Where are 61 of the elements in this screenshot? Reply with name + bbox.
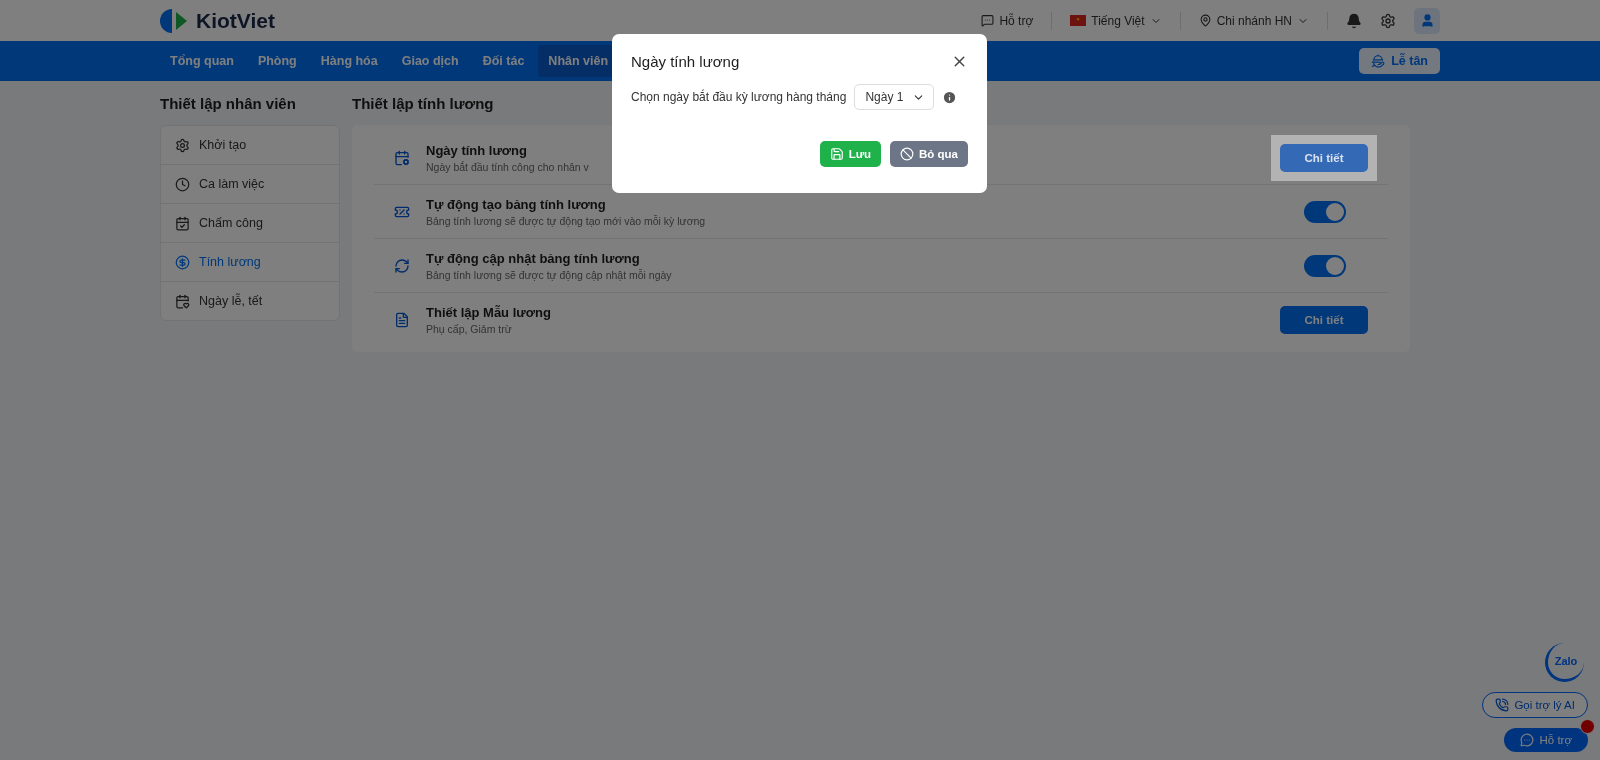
calendar-icon: [175, 293, 190, 309]
calendar-icon: [175, 215, 190, 231]
setting-description: Ngày bắt đầu tính công cho nhân v: [426, 160, 589, 173]
document-icon: [394, 311, 410, 328]
setting-title: Tự động cập nhật bảng tính lương: [426, 250, 640, 266]
sidebar-item[interactable]: Tính lương: [161, 243, 339, 282]
nav-tab[interactable]: Tổng quan: [160, 45, 244, 77]
phone-icon: [1495, 698, 1510, 712]
settings-button[interactable]: [1380, 12, 1396, 29]
nav-tab[interactable]: Hàng hóa: [310, 45, 388, 77]
sidebar-title: Thiết lập nhân viên: [160, 95, 296, 114]
avatar-button[interactable]: [1414, 7, 1440, 34]
settings-icon: [1380, 12, 1396, 29]
save-icon: [829, 147, 844, 161]
dollar-icon: [175, 254, 190, 270]
service-bell-icon: [1371, 54, 1386, 68]
dialog-title: Ngày tính lương: [631, 52, 740, 70]
detail-button[interactable]: Chi tiết: [1280, 305, 1368, 334]
toggle-switch[interactable]: [1304, 254, 1346, 277]
nav-tab[interactable]: Đối tác: [472, 45, 535, 77]
setting-title: Ngày tính lương: [426, 142, 527, 158]
logo-text: KiotViet: [196, 8, 275, 33]
sidebar-item[interactable]: Ca làm việc: [161, 165, 339, 204]
language-select[interactable]: Tiếng Việt: [1070, 13, 1162, 28]
detail-button[interactable]: Chi tiết: [1280, 143, 1368, 172]
nav-tab[interactable]: Phòng: [247, 45, 307, 77]
chat-icon: [981, 14, 995, 27]
calendar-icon: [394, 149, 410, 166]
reception-button[interactable]: Lễ tân: [1359, 48, 1440, 74]
notification-dot: [1580, 719, 1595, 734]
toggle-switch[interactable]: [1304, 200, 1346, 223]
support-link[interactable]: Hỗ trợ: [981, 13, 1034, 28]
sidebar-item[interactable]: Ngày lễ, tết: [161, 282, 339, 320]
cancel-button[interactable]: Bỏ qua: [890, 141, 968, 167]
clock-icon: [175, 176, 190, 192]
save-button[interactable]: Lưu: [819, 141, 881, 167]
branch-select[interactable]: Chi nhánh HN: [1198, 13, 1309, 28]
ban-icon: [900, 147, 914, 161]
setting-description: Bảng tính lương sẽ được tự động cập nhật mỗi ngày: [426, 268, 672, 281]
bell-icon: [1346, 12, 1362, 29]
info-icon: [942, 89, 958, 105]
setting-description: Bảng tính lương sẽ được tự động tạo mới vào mỗi kỳ lương: [426, 214, 706, 227]
ai-assistant-button[interactable]: Gọi trợ lý AI: [1482, 692, 1588, 718]
setting-title: Tự động tạo bảng tính lương: [426, 196, 606, 212]
field-label: Chọn ngày bắt đầu kỳ lương hàng tháng: [631, 90, 847, 104]
setting-title: Thiết lập Mẫu lương: [426, 304, 551, 320]
sidebar-item[interactable]: Chấm công: [161, 204, 339, 243]
setting-description: Phụ cấp, Giảm trừ: [426, 322, 512, 335]
sidebar-item[interactable]: Khởi tạo: [161, 126, 339, 165]
day-select[interactable]: Ngày 1: [854, 84, 935, 110]
bell-button[interactable]: [1346, 12, 1362, 29]
chat-icon: [1519, 733, 1534, 747]
gear-icon: [175, 137, 190, 153]
pin-icon: [1198, 14, 1212, 27]
zalo-button[interactable]: Zalo: [1545, 643, 1584, 682]
section-title: Thiết lập tính lương: [352, 95, 494, 114]
user-icon: [1419, 13, 1435, 28]
refresh-icon: [394, 257, 410, 274]
support-button[interactable]: Hỗ trợ: [1503, 728, 1588, 752]
flag-icon: [1070, 15, 1087, 26]
nav-tab[interactable]: Giao dịch: [391, 45, 469, 77]
